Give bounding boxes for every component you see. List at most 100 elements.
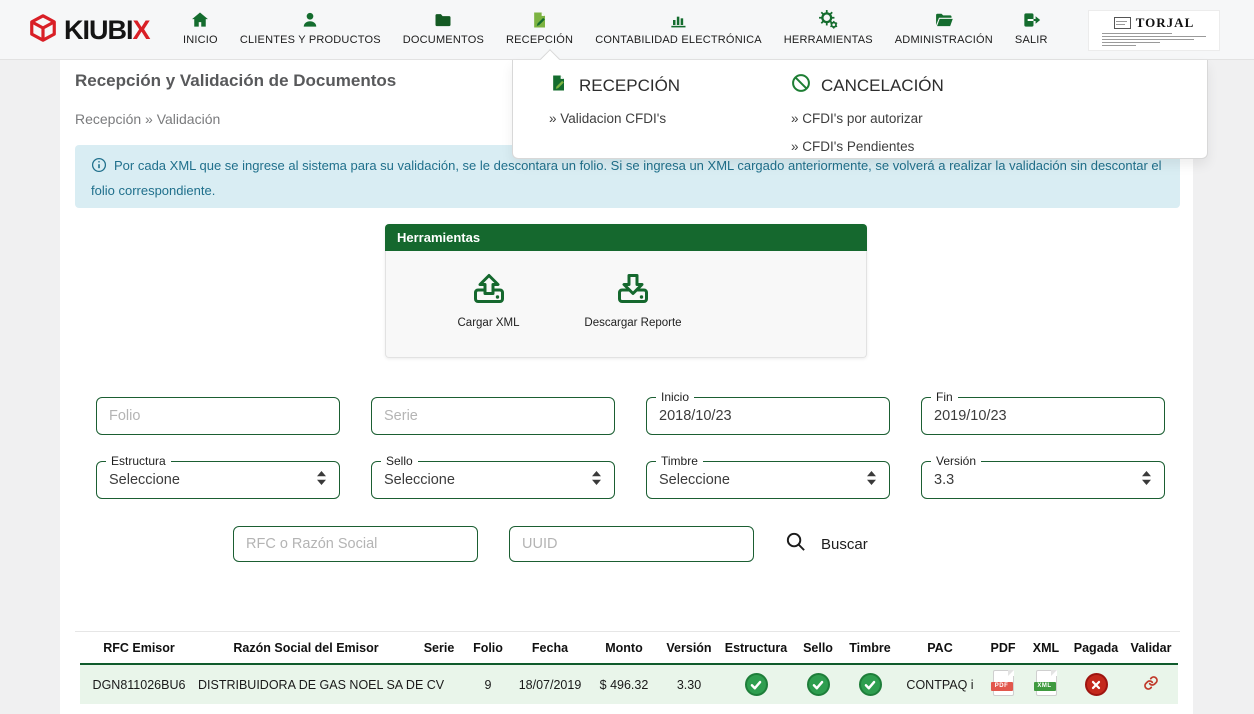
validate-link-icon[interactable]: [1143, 675, 1159, 691]
estructura-label: Estructura: [106, 454, 171, 468]
torjal-address-lines: [1102, 33, 1206, 47]
nav-label: HERRAMIENTAS: [784, 34, 873, 46]
cell-folio: 9: [464, 664, 512, 704]
cell-pdf: PDF: [982, 664, 1024, 704]
uuid-input[interactable]: [510, 527, 753, 561]
folio-input[interactable]: [97, 398, 339, 434]
download-report-button[interactable]: Descargar Reporte: [558, 267, 708, 329]
upload-xml-button[interactable]: Cargar XML: [426, 267, 551, 329]
gears-icon: [818, 9, 839, 30]
nav-item-inicio[interactable]: INICIO: [183, 9, 218, 46]
nav-item-salir[interactable]: SALIR: [1015, 9, 1048, 46]
cell-xml: XML: [1024, 664, 1068, 704]
nav-item-recepcion[interactable]: RECEPCIÓN: [506, 9, 573, 46]
fecha-inicio-field: Inicio: [646, 397, 890, 435]
search-button[interactable]: Buscar: [784, 530, 868, 558]
folder-open-icon: [934, 9, 954, 30]
cell-rfc-emisor: DGN811026BU6: [80, 664, 198, 704]
table-header-row: RFC Emisor Razón Social del Emisor Serie…: [80, 632, 1178, 664]
nav-item-administracion[interactable]: ADMINISTRACIÓN: [895, 9, 993, 46]
serie-field: [371, 397, 615, 435]
cell-fecha: 18/07/2019: [512, 664, 588, 704]
menu-item-cfdis-por-autorizar[interactable]: » CFDI's por autorizar: [791, 111, 944, 126]
tools-panel: Herramientas Cargar XML Descargar Report…: [385, 224, 867, 358]
alert-text: Por cada XML que se ingrese al sistema p…: [91, 158, 1162, 198]
folio-field: [96, 397, 340, 435]
cell-razon-social: DISTRIBUIDORA DE GAS NOEL SA DE CV: [198, 664, 414, 704]
cancel-icon: [791, 73, 811, 98]
rfc-razon-social-input[interactable]: [234, 527, 477, 561]
info-icon: [91, 157, 107, 180]
folder-icon: [433, 9, 453, 30]
bar-chart-icon: [668, 9, 688, 30]
upload-tray-icon: [469, 267, 509, 312]
nav-item-herramientas[interactable]: HERRAMIENTAS: [784, 9, 873, 46]
download-tray-icon: [613, 267, 653, 312]
sello-label: Sello: [381, 454, 418, 468]
nav-item-documentos[interactable]: DOCUMENTOS: [403, 9, 484, 46]
recepcion-dropdown-menu: RECEPCIÓN » Validacion CFDI's CANCELACIÓ…: [512, 60, 1208, 159]
timbre-label: Timbre: [656, 454, 703, 468]
home-icon: [190, 9, 210, 30]
serie-input[interactable]: [372, 398, 614, 434]
header-validar: Validar: [1124, 632, 1178, 664]
nav-label: DOCUMENTOS: [403, 34, 484, 46]
header-pac: PAC: [898, 632, 982, 664]
download-report-label: Descargar Reporte: [584, 317, 681, 329]
xml-file-icon[interactable]: XML: [1036, 670, 1057, 696]
tools-panel-title: Herramientas: [385, 224, 867, 251]
header-timbre: Timbre: [842, 632, 898, 664]
sello-field: Sello Seleccione: [371, 461, 615, 499]
logout-icon: [1021, 9, 1041, 30]
dropdown-section-recepcion[interactable]: RECEPCIÓN: [549, 73, 680, 98]
kiubix-cube-icon: [28, 13, 58, 48]
header-fecha: Fecha: [512, 632, 588, 664]
updown-arrows-icon: [591, 470, 602, 491]
cell-timbre-status: [842, 664, 898, 704]
header-xml: XML: [1024, 632, 1068, 664]
nav-item-clientes-y-productos[interactable]: CLIENTES Y PRODUCTOS: [240, 9, 381, 46]
fecha-fin-field: Fin: [921, 397, 1165, 435]
documents-table: RFC Emisor Razón Social del Emisor Serie…: [80, 632, 1173, 704]
nav-label: SALIR: [1015, 34, 1048, 46]
person-icon: [300, 9, 320, 30]
nav-label: CLIENTES Y PRODUCTOS: [240, 34, 381, 46]
fecha-fin-input[interactable]: [922, 398, 1164, 434]
dropdown-section-cancelacion[interactable]: CANCELACIÓN: [791, 73, 944, 98]
kiubix-logo[interactable]: KIUBIX: [28, 13, 150, 48]
header-razon-social: Razón Social del Emisor: [198, 632, 414, 664]
valid-check-icon: [807, 673, 830, 696]
estructura-value: Seleccione: [109, 472, 180, 488]
nav-label: INICIO: [183, 34, 218, 46]
rfc-razon-social-field: [233, 526, 478, 562]
version-label: Versión: [931, 454, 981, 468]
version-field: Versión 3.3: [921, 461, 1165, 499]
nav-label: CONTABILIDAD ELECTRÓNICA: [595, 34, 762, 46]
breadcrumb: Recepción » Validación: [75, 111, 220, 127]
header-monto: Monto: [588, 632, 660, 664]
torjal-stamp-icon: [1114, 17, 1131, 29]
header-pdf: PDF: [982, 632, 1024, 664]
nav-item-contabilidad-electronica[interactable]: CONTABILIDAD ELECTRÓNICA: [595, 9, 762, 46]
updown-arrows-icon: [316, 470, 327, 491]
pdf-file-icon[interactable]: PDF: [993, 670, 1014, 696]
logo-text: KIUBIX: [64, 15, 150, 46]
cell-pagada-status: [1068, 664, 1124, 704]
updown-arrows-icon: [866, 470, 877, 491]
dropdown-section-title: CANCELACIÓN: [821, 76, 944, 96]
upload-xml-label: Cargar XML: [458, 317, 520, 329]
page-title: Recepción y Validación de Documentos: [75, 71, 396, 91]
uuid-field: [509, 526, 754, 562]
nav-label: ADMINISTRACIÓN: [895, 34, 993, 46]
menu-item-validacion-cfdis[interactable]: » Validacion CFDI's: [549, 111, 680, 126]
header-version: Versión: [660, 632, 718, 664]
not-paid-cross-icon[interactable]: [1085, 673, 1108, 696]
menu-item-cfdis-pendientes[interactable]: » CFDI's Pendientes: [791, 139, 944, 154]
search-label: Buscar: [821, 536, 868, 553]
search-icon: [784, 530, 807, 558]
table-row: DGN811026BU6 DISTRIBUIDORA DE GAS NOEL S…: [80, 664, 1178, 704]
fecha-fin-label: Fin: [931, 390, 958, 404]
version-value: 3.3: [934, 472, 954, 488]
sello-value: Seleccione: [384, 472, 455, 488]
tools-panel-body: Cargar XML Descargar Reporte: [385, 251, 867, 358]
